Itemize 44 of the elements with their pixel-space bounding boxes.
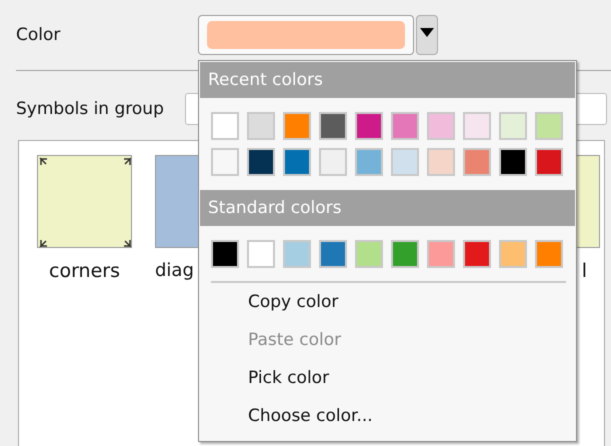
color-swatch[interactable] bbox=[427, 240, 455, 268]
section-header: Recent colors bbox=[200, 62, 575, 98]
color-swatch[interactable] bbox=[319, 112, 347, 140]
color-swatch[interactable] bbox=[319, 148, 347, 176]
color-swatch[interactable] bbox=[391, 148, 419, 176]
color-swatch[interactable] bbox=[319, 240, 347, 268]
color-swatch[interactable] bbox=[535, 148, 563, 176]
color-swatch[interactable] bbox=[535, 240, 563, 268]
symbol-label[interactable]: l bbox=[582, 260, 587, 282]
color-swatch[interactable] bbox=[211, 240, 239, 268]
symbol-preview[interactable] bbox=[37, 155, 132, 248]
color-swatch[interactable] bbox=[391, 240, 419, 268]
color-swatch[interactable] bbox=[211, 148, 239, 176]
color-swatch[interactable] bbox=[283, 148, 311, 176]
color-swatch[interactable] bbox=[283, 112, 311, 140]
color-swatch[interactable] bbox=[427, 148, 455, 176]
symbol-label[interactable]: diag bbox=[155, 260, 194, 281]
menu-item[interactable]: Pick color bbox=[199, 359, 576, 397]
caret-icon bbox=[420, 28, 434, 37]
field-label: Symbols in group bbox=[16, 99, 165, 119]
color-swatch[interactable] bbox=[247, 148, 275, 176]
color-swatch[interactable] bbox=[355, 148, 383, 176]
color-swatch[interactable] bbox=[499, 148, 527, 176]
color-swatch[interactable] bbox=[463, 112, 491, 140]
color-swatch[interactable] bbox=[499, 240, 527, 268]
color-swatch[interactable] bbox=[355, 240, 383, 268]
color-swatch[interactable] bbox=[391, 112, 419, 140]
menu-item[interactable]: Copy color bbox=[199, 283, 576, 321]
color-swatch[interactable] bbox=[247, 240, 275, 268]
color-swatch[interactable] bbox=[283, 240, 311, 268]
dropdown-button[interactable] bbox=[416, 15, 438, 55]
section-header: Standard colors bbox=[200, 190, 575, 226]
color-swatch[interactable] bbox=[463, 240, 491, 268]
color-swatch[interactable] bbox=[463, 148, 491, 176]
menu-item[interactable]: Choose color... bbox=[199, 397, 576, 435]
symbol-label[interactable]: corners bbox=[49, 260, 120, 282]
color-swatch[interactable] bbox=[499, 112, 527, 140]
field-label: Color bbox=[16, 25, 62, 45]
color-swatch[interactable] bbox=[355, 112, 383, 140]
color-swatch[interactable] bbox=[247, 112, 275, 140]
color-swatch[interactable] bbox=[535, 112, 563, 140]
color-button[interactable] bbox=[198, 15, 414, 55]
color-swatch[interactable] bbox=[211, 112, 239, 140]
color-swatch[interactable] bbox=[427, 112, 455, 140]
